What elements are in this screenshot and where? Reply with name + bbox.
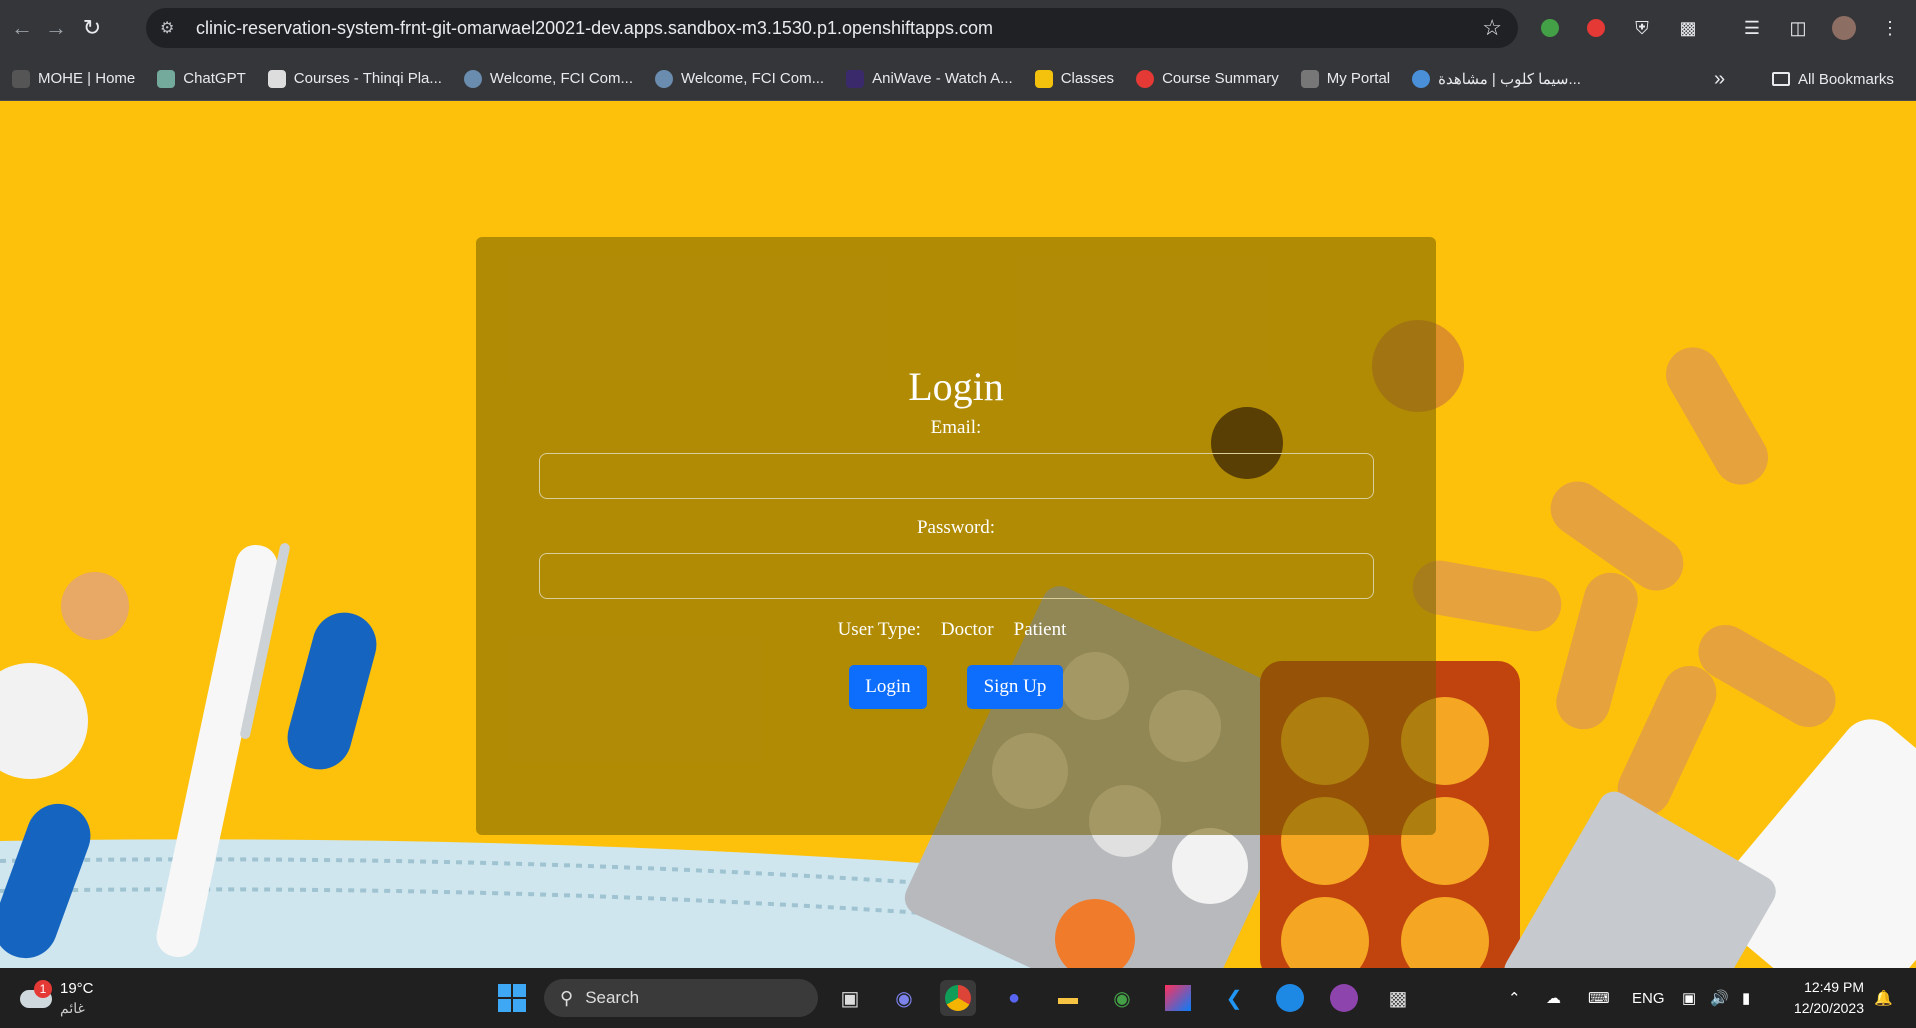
app-store-icon[interactable] <box>1272 980 1308 1016</box>
bookmark-item[interactable]: سيما كلوب | مشاهدة... <box>1412 69 1581 88</box>
bookmark-item[interactable]: My Portal <box>1300 69 1390 88</box>
bookmark-favicon <box>655 69 673 88</box>
bookmark-favicon <box>267 69 286 88</box>
weather-desc: غائم <box>60 1000 85 1016</box>
shield-extension-icon[interactable]: ⛨ <box>1628 14 1656 42</box>
password-field[interactable] <box>539 553 1374 599</box>
discord-icon[interactable]: ● <box>996 980 1032 1016</box>
forward-icon[interactable]: → <box>42 14 70 42</box>
bookmark-favicon <box>1034 69 1053 88</box>
url-text: clinic-reservation-system-frnt-git-omarw… <box>196 17 994 38</box>
chrome-icon[interactable] <box>940 980 976 1016</box>
folder-icon <box>1772 72 1790 86</box>
password-label: Password: <box>916 517 996 538</box>
reload-icon[interactable]: ↻ <box>78 14 106 42</box>
windows-start-icon[interactable] <box>494 980 530 1016</box>
profile-avatar[interactable] <box>1830 14 1858 42</box>
taskbar-search[interactable]: ⚲ Search <box>544 979 818 1017</box>
bookmark-item[interactable]: Course Summary <box>1136 69 1279 88</box>
bookmark-item[interactable]: ChatGPT <box>157 69 246 88</box>
onedrive-icon[interactable]: ☁ <box>1546 968 1561 1028</box>
clock-time[interactable]: 12:49 PM <box>1784 979 1864 995</box>
clock-date[interactable]: 12/20/2023 <box>1780 1000 1864 1016</box>
media-controls-icon[interactable]: ☰ <box>1738 14 1766 42</box>
battery-icon[interactable]: ▮ <box>1742 968 1750 1028</box>
user-type-label: User Type: <box>837 619 921 640</box>
login-button[interactable]: Login <box>849 665 927 709</box>
address-bar[interactable]: ⚙ clinic-reservation-system-frnt-git-oma… <box>146 8 1518 48</box>
browser-toolbar: ← → ↻ ⚙ clinic-reservation-system-frnt-g… <box>0 0 1916 57</box>
vscode-icon[interactable]: ❮ <box>1216 980 1252 1016</box>
task-view-icon[interactable]: ▣ <box>832 980 868 1016</box>
user-type-group: User Type: Doctor Patient <box>476 619 1436 641</box>
weather-widget[interactable]: 1 <box>20 980 56 1016</box>
bookmark-favicon <box>846 69 865 88</box>
bookmark-favicon <box>157 69 176 88</box>
bookmark-item[interactable]: Welcome, FCI Com... <box>463 69 633 88</box>
bookmark-item[interactable]: Courses - Thinqi Pla... <box>267 69 442 88</box>
keyboard-icon[interactable]: ⌨ <box>1588 968 1610 1028</box>
extension-green-icon[interactable] <box>1536 14 1564 42</box>
bookmark-item[interactable]: Classes <box>1034 69 1114 88</box>
github-icon[interactable] <box>1326 980 1362 1016</box>
bookmark-favicon <box>463 69 482 88</box>
bookmark-star-icon[interactable]: ☆ <box>1482 15 1502 41</box>
page-background: Login Email: Password: User Type: Doctor… <box>0 101 1916 968</box>
extension-red-icon[interactable] <box>1582 14 1610 42</box>
bookmark-item[interactable]: MOHE | Home <box>12 69 135 88</box>
volume-icon[interactable]: 🔊 <box>1710 968 1729 1028</box>
bookmark-item[interactable]: AniWave - Watch A... <box>846 69 1013 88</box>
language-indicator[interactable]: ENG <box>1632 968 1665 1028</box>
teams-icon[interactable]: ◉ <box>886 980 922 1016</box>
site-info-icon[interactable]: ⚙ <box>160 18 182 38</box>
terminal-icon[interactable]: ▩ <box>1380 980 1416 1016</box>
page-title: Login <box>908 364 1004 409</box>
file-explorer-icon[interactable]: ▬ <box>1050 980 1086 1016</box>
bookmarks-bar: MOHE | Home ChatGPT Courses - Thinqi Pla… <box>0 57 1916 101</box>
user-type-option-patient[interactable]: Patient <box>1014 619 1067 641</box>
notification-badge: 1 <box>34 980 52 998</box>
user-type-option-doctor[interactable]: Doctor <box>941 619 994 641</box>
show-hidden-icons[interactable]: ⌃ <box>1508 968 1521 1028</box>
more-bookmarks-button[interactable]: » <box>1714 57 1725 101</box>
bookmark-favicon <box>1412 69 1431 88</box>
notifications-bell-icon[interactable]: 🔔 <box>1874 968 1893 1028</box>
login-form: Login Email: Password: User Type: Doctor… <box>476 237 1436 835</box>
bookmark-favicon <box>1136 69 1155 88</box>
weather-temp: 19°C <box>60 980 94 997</box>
back-icon[interactable]: ← <box>8 14 36 42</box>
signup-button[interactable]: Sign Up <box>967 665 1063 709</box>
side-panel-icon[interactable]: ◫ <box>1784 14 1812 42</box>
extensions-puzzle-icon[interactable]: ▩ <box>1674 14 1702 42</box>
email-label: Email: <box>930 417 982 438</box>
all-bookmarks-button[interactable]: All Bookmarks <box>1772 57 1894 101</box>
search-icon: ⚲ <box>560 987 574 1008</box>
intellij-icon[interactable] <box>1160 980 1196 1016</box>
bookmark-item[interactable]: Welcome, FCI Com... <box>655 69 824 88</box>
email-field[interactable] <box>539 453 1374 499</box>
menu-kebab-icon[interactable]: ⋮ <box>1876 14 1904 42</box>
taskbar: 1 19°C غائم ⚲ Search ▣ ◉ ● ▬ ◉ ❮ ▩ ⌃ ☁ ⌨… <box>0 968 1916 1028</box>
edge-icon[interactable]: ◉ <box>1104 980 1140 1016</box>
bookmark-favicon <box>1300 69 1319 88</box>
network-icon[interactable]: ▣ <box>1682 968 1696 1028</box>
bookmark-favicon <box>12 69 30 88</box>
